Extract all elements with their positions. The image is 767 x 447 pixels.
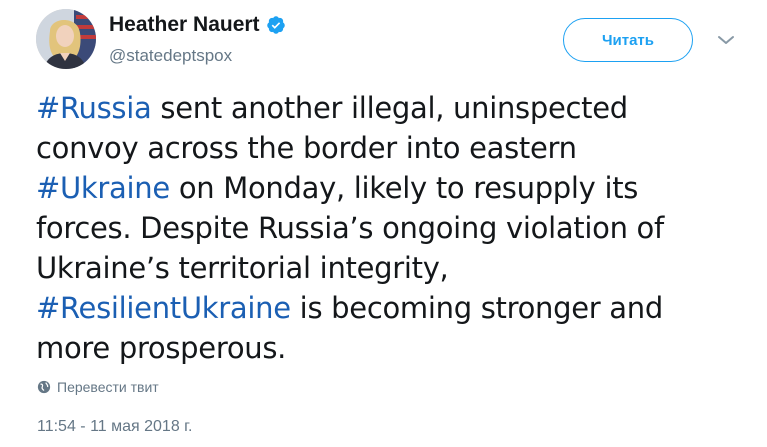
translate-label: Перевести твит (57, 379, 159, 395)
author-handle[interactable]: @statedeptspox (109, 45, 232, 67)
author-display-name[interactable]: Heather Nauert (109, 12, 260, 38)
tweet-text-segment: is becoming stronger and (290, 291, 664, 325)
tweet-text: #Russia sent another illegal, uninspecte… (36, 88, 756, 368)
tweet-text-segment: more prosperous. (36, 331, 287, 365)
tweet-text-line: convoy across the border into eastern (36, 128, 756, 168)
tweet-text-line: #Russia sent another illegal, uninspecte… (36, 88, 756, 128)
tweet-card: Heather Nauert @statedeptspox Читать #Ru… (0, 0, 767, 447)
chevron-down-icon[interactable] (715, 30, 737, 50)
author-name-row: Heather Nauert (109, 12, 286, 38)
tweet-text-line: more prosperous. (36, 328, 756, 368)
translate-tweet-link[interactable]: Перевести твит (37, 379, 159, 395)
hashtag-link[interactable]: #ResilientUkraine (36, 291, 291, 325)
globe-icon (37, 380, 51, 394)
hashtag-link[interactable]: #Russia (36, 91, 152, 125)
tweet-text-line: #ResilientUkraine is becoming stronger a… (36, 288, 756, 328)
tweet-text-segment: on Monday, likely to resupply its (169, 171, 639, 205)
tweet-text-segment: sent another illegal, uninspected (151, 91, 628, 125)
tweet-text-segment: Ukraine’s territorial integrity, (36, 251, 449, 285)
tweet-text-line: forces. Despite Russia’s ongoing violati… (36, 208, 756, 248)
tweet-text-segment: convoy across the border into eastern (36, 131, 577, 165)
verified-badge-icon (266, 16, 285, 34)
tweet-text-line: Ukraine’s territorial integrity, (36, 248, 756, 288)
hashtag-link[interactable]: #Ukraine (36, 171, 170, 205)
tweet-text-line: #Ukraine on Monday, likely to resupply i… (36, 168, 756, 208)
follow-button[interactable]: Читать (563, 18, 693, 62)
avatar[interactable] (36, 9, 96, 69)
tweet-timestamp[interactable]: 11:54 - 11 мая 2018 г. (37, 418, 193, 436)
avatar-image (36, 9, 96, 69)
tweet-text-segment: forces. Despite Russia’s ongoing violati… (36, 211, 664, 245)
